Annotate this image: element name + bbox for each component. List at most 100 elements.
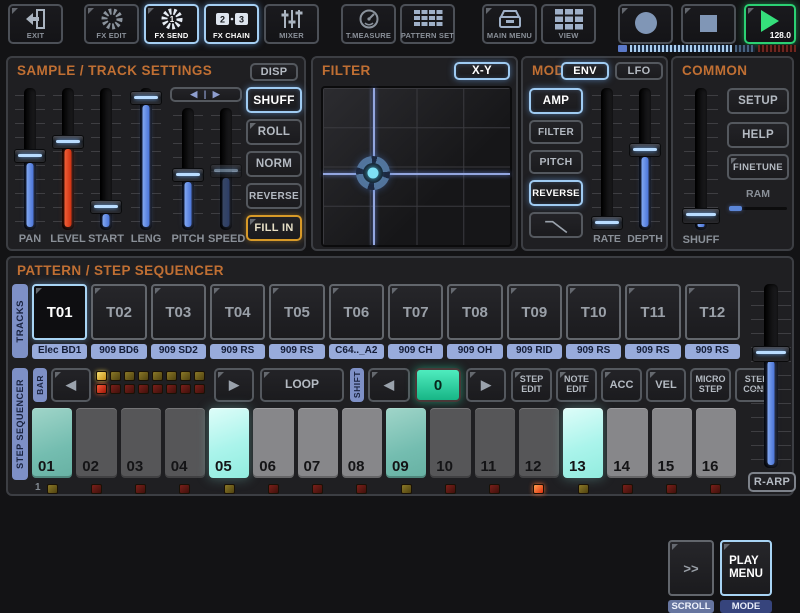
step-pad-11[interactable]: 12 [519, 408, 559, 478]
step-pad-5[interactable]: 06 [253, 408, 293, 478]
bar-flag-bottom-0[interactable] [96, 384, 107, 394]
step-pad-2[interactable]: 03 [121, 408, 161, 478]
bar-flag-bottom-7[interactable] [194, 384, 205, 394]
step-pad-15[interactable]: 16 [696, 408, 736, 478]
env-tab[interactable]: ENV [561, 62, 609, 80]
mod-reverse-button[interactable]: REVERSE [529, 180, 583, 206]
fx-send-button[interactable]: 1 FX SEND [144, 4, 199, 44]
xy-mode-button[interactable]: X-Y [454, 62, 510, 80]
bar-flag-top-1[interactable] [110, 371, 121, 381]
step-pad-12[interactable]: 13 [563, 408, 603, 478]
stop-button[interactable] [681, 4, 736, 44]
track-tab-6[interactable]: T07 [388, 284, 443, 340]
bar-flag-top-3[interactable] [138, 371, 149, 381]
bar-flag-top-5[interactable] [166, 371, 177, 381]
fillin-button[interactable]: FILL IN [246, 215, 302, 241]
pan-fader-cap[interactable] [14, 149, 46, 163]
step-flag-0[interactable] [47, 484, 58, 494]
fx-edit-button[interactable]: FX EDIT [84, 4, 139, 44]
track-tab-9[interactable]: T10 [566, 284, 621, 340]
step-flag-2[interactable] [135, 484, 146, 494]
step-pad-6[interactable]: 07 [298, 408, 338, 478]
step-pad-4[interactable]: 05 [209, 408, 249, 478]
step-flag-8[interactable] [401, 484, 412, 494]
bar-flag-top-7[interactable] [194, 371, 205, 381]
step-flag-14[interactable] [666, 484, 677, 494]
bar-flag-top-6[interactable] [180, 371, 191, 381]
track-tab-8[interactable]: T09 [507, 284, 562, 340]
bar-prev-button[interactable]: ◀ [51, 368, 91, 402]
bar-flag-bottom-2[interactable] [124, 384, 135, 394]
track-tab-7[interactable]: T08 [447, 284, 502, 340]
bar-flag-top-4[interactable] [152, 371, 163, 381]
step-flag-11[interactable] [533, 484, 544, 494]
micro-step-button[interactable]: MICRO STEP [690, 368, 731, 402]
bar-indicator-grid[interactable] [96, 371, 205, 394]
step-pad-8[interactable]: 09 [386, 408, 426, 478]
step-flag-4[interactable] [224, 484, 235, 494]
acc-button[interactable]: ACC [601, 368, 642, 402]
step-pad-13[interactable]: 14 [607, 408, 647, 478]
track-tab-0[interactable]: T01 [32, 284, 87, 340]
step-pad-3[interactable]: 04 [165, 408, 205, 478]
fx-chain-button[interactable]: 2 3 FX CHAIN [204, 4, 259, 44]
step-pad-9[interactable]: 10 [430, 408, 470, 478]
seq-level-fader[interactable] [748, 284, 794, 468]
xy-puck[interactable] [356, 156, 390, 190]
level-fader-cap[interactable] [52, 135, 84, 149]
speed-fader-cap[interactable] [210, 164, 242, 178]
record-button[interactable] [618, 4, 673, 44]
common-shuff-fader[interactable] [681, 88, 721, 230]
env-shape-button[interactable] [529, 212, 583, 238]
step-flag-1[interactable] [91, 484, 102, 494]
pattern-set-button[interactable]: PATTERN SET [400, 4, 455, 44]
main-menu-button[interactable]: MAIN MENU [482, 4, 537, 44]
start-fader[interactable] [88, 88, 124, 230]
step-flag-6[interactable] [312, 484, 323, 494]
step-flag-5[interactable] [268, 484, 279, 494]
depth-fader-cap[interactable] [629, 143, 661, 157]
track-tab-10[interactable]: T11 [625, 284, 680, 340]
shift-next-button[interactable]: ▶ [466, 368, 506, 402]
speed-fader[interactable] [208, 108, 244, 230]
step-flag-10[interactable] [489, 484, 500, 494]
filter-xy-pad[interactable] [321, 86, 512, 247]
help-button[interactable]: HELP [727, 122, 789, 148]
step-pad-10[interactable]: 11 [475, 408, 515, 478]
depth-fader[interactable] [627, 88, 663, 230]
step-flag-15[interactable] [710, 484, 721, 494]
loop-button[interactable]: LOOP [260, 368, 344, 402]
start-fader-cap[interactable] [90, 200, 122, 214]
play-button[interactable]: 128.0 [744, 4, 796, 44]
mod-pitch-button[interactable]: PITCH [529, 150, 583, 174]
reverse-button[interactable]: REVERSE [246, 183, 302, 209]
shift-prev-button[interactable]: ◀ [368, 368, 410, 402]
bar-flag-top-2[interactable] [124, 371, 135, 381]
track-tab-3[interactable]: T04 [210, 284, 265, 340]
common-shuff-fader-cap[interactable] [682, 208, 720, 224]
roll-button[interactable]: ROLL [246, 119, 302, 145]
bar-next-button[interactable]: ▶ [214, 368, 254, 402]
step-flag-7[interactable] [356, 484, 367, 494]
rate-fader-cap[interactable] [591, 216, 623, 230]
norm-button[interactable]: NORM [246, 151, 302, 177]
bar-flag-top-0[interactable] [96, 371, 107, 381]
exit-button[interactable]: EXIT [8, 4, 63, 44]
rate-fader[interactable] [589, 88, 625, 230]
step-flag-13[interactable] [622, 484, 633, 494]
amp-button[interactable]: AMP [529, 88, 583, 114]
view-button[interactable]: VIEW [541, 4, 596, 44]
r-arp-button[interactable]: R-ARP [748, 472, 796, 492]
step-edit-button[interactable]: STEP EDIT [511, 368, 552, 402]
setup-button[interactable]: SETUP [727, 88, 789, 114]
step-flag-3[interactable] [179, 484, 190, 494]
step-pad-1[interactable]: 02 [76, 408, 116, 478]
step-pad-14[interactable]: 15 [652, 408, 692, 478]
t-measure-button[interactable]: T.MEASURE [341, 4, 396, 44]
pitch-fader[interactable] [170, 108, 206, 230]
track-tab-11[interactable]: T12 [685, 284, 740, 340]
track-tab-2[interactable]: T03 [151, 284, 206, 340]
track-scroll-tab[interactable]: >> [668, 540, 714, 596]
disp-button[interactable]: DISP [250, 63, 298, 81]
leng-fader[interactable] [128, 88, 164, 230]
